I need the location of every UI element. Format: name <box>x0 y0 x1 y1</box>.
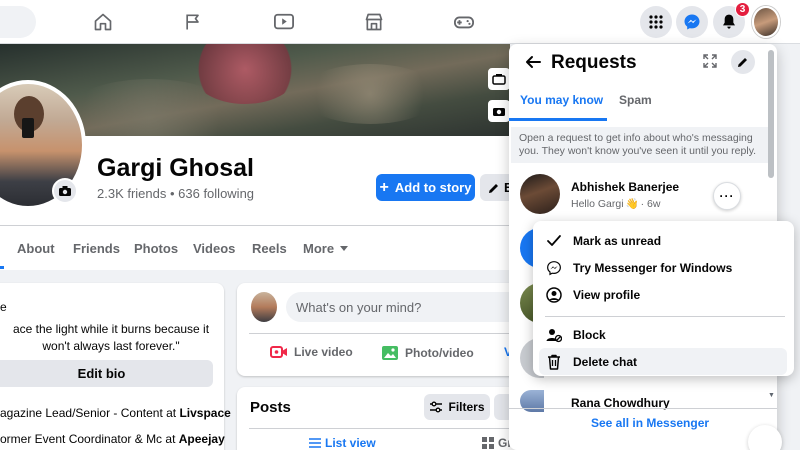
pencil-icon <box>489 183 498 193</box>
tab-you-may-know[interactable]: You may know <box>520 93 603 107</box>
menu-item-label: Delete chat <box>573 354 638 369</box>
add-to-story-button[interactable]: + Add to story <box>376 174 475 201</box>
live-video-button[interactable]: Live video <box>270 345 353 359</box>
tab-videos[interactable]: Videos <box>193 241 235 256</box>
messenger-icon[interactable] <box>676 6 708 38</box>
menu-item-view-profile[interactable]: View profile <box>539 281 787 308</box>
user-circle-icon <box>545 286 563 304</box>
posts-title: Posts <box>250 399 291 416</box>
menu-item-delete-chat[interactable]: Delete chat <box>539 348 787 375</box>
photo-video-label: Photo/video <box>405 346 474 360</box>
live-video-icon <box>270 346 287 358</box>
requests-info-banner: Open a request to get info about who's m… <box>511 127 768 163</box>
filters-label: Filters <box>448 400 485 414</box>
request-message-preview: Hello Gargi 👋 · 6w <box>571 197 661 211</box>
intro-work-line: agazine Lead/Senior - Content at Livspac… <box>0 406 231 420</box>
friends-count[interactable]: 2.3K friends • 636 following <box>97 186 254 201</box>
menu-item-mark-as-unread[interactable]: Mark as unread <box>539 227 787 254</box>
menu-item-block[interactable]: Block <box>539 321 787 348</box>
checkmark-icon <box>545 232 563 250</box>
trash-icon <box>545 353 563 371</box>
watch-icon[interactable] <box>272 10 296 34</box>
filters-icon <box>430 401 443 413</box>
intro-former-line: ormer Event Coordinator & Mc at Apeejay <box>0 432 225 446</box>
wave-emoji-icon: 👋 <box>625 198 639 210</box>
posts-divider <box>249 428 519 429</box>
request-avatar[interactable] <box>520 174 560 214</box>
intro-former-text: ormer Event Coordinator & Mc at <box>0 432 179 446</box>
composer-divider <box>249 333 519 334</box>
intro-bio-quote: ace the light while it burns because it … <box>12 322 210 353</box>
search-input[interactable] <box>0 6 36 38</box>
menu-item-try-messenger-for-windows[interactable]: Try Messenger for Windows <box>539 254 787 281</box>
scroll-down-arrow-icon[interactable]: ▼ <box>768 392 775 399</box>
request-sender-name[interactable]: Abhishek Banerjee <box>571 180 679 194</box>
requests-footer-divider <box>509 408 777 409</box>
marketplace-icon[interactable] <box>362 10 386 34</box>
menu-item-label: Mark as unread <box>573 233 662 248</box>
pages-flag-icon[interactable] <box>181 10 205 34</box>
tab-more-label: More <box>303 241 335 256</box>
photo-icon <box>382 346 398 360</box>
cover-camera-icon[interactable] <box>488 100 510 122</box>
intro-work-text: agazine Lead/Senior - Content at <box>0 406 180 420</box>
tabs-divider <box>0 225 510 226</box>
back-arrow-icon[interactable] <box>525 54 541 70</box>
list-view-tab[interactable]: List view <box>309 436 376 450</box>
profile-name: Gargi Ghosal <box>97 154 254 182</box>
requests-active-tab-indicator <box>509 118 607 121</box>
expand-icon[interactable] <box>703 54 719 70</box>
intro-work-company[interactable]: Livspace <box>179 406 230 420</box>
request-preview-text: Hello Gargi <box>571 197 624 210</box>
composer-avatar[interactable] <box>251 292 277 322</box>
home-icon[interactable] <box>91 10 115 34</box>
add-to-story-label: Add to story <box>394 180 472 195</box>
active-tab-indicator <box>0 266 4 269</box>
tab-about[interactable]: About <box>17 241 55 256</box>
account-avatar[interactable] <box>752 6 780 38</box>
requests-title: Requests <box>551 52 637 73</box>
messenger-outline-icon <box>545 259 563 277</box>
notifications-button[interactable]: 3 <box>713 2 750 38</box>
gaming-icon[interactable] <box>452 10 476 34</box>
tab-more[interactable]: More <box>303 241 349 256</box>
compose-icon[interactable] <box>731 50 755 74</box>
block-user-icon <box>545 326 563 344</box>
profile-camera-icon[interactable] <box>52 178 78 204</box>
tab-reels[interactable]: Reels <box>252 241 287 256</box>
photo-video-button[interactable]: Photo/video <box>381 345 474 361</box>
grid-icon <box>482 437 494 449</box>
whats-on-your-mind-input[interactable]: What's on your mind? <box>286 292 526 322</box>
more-options-button[interactable]: ··· <box>713 182 741 210</box>
menu-item-label: Block <box>573 327 606 342</box>
list-icon <box>309 438 321 448</box>
top-navbar: 3 <box>0 0 800 44</box>
list-view-label: List view <box>325 436 376 450</box>
tab-friends[interactable]: Friends <box>73 241 120 256</box>
see-all-in-messenger-link[interactable]: See all in Messenger <box>591 416 709 430</box>
menu-item-label: Try Messenger for Windows <box>573 260 733 275</box>
live-video-label: Live video <box>294 345 353 359</box>
intro-bio-fragment: e <box>0 300 7 314</box>
menu-separator <box>545 316 785 317</box>
edit-bio-button[interactable]: Edit bio <box>0 360 213 387</box>
cover-story-icon[interactable] <box>488 68 510 90</box>
bell-icon <box>723 14 735 29</box>
caret-down-icon <box>340 245 349 251</box>
intro-former-company[interactable]: Apeejay <box>179 432 225 446</box>
tab-spam[interactable]: Spam <box>619 93 652 107</box>
menu-grid-icon[interactable] <box>640 6 672 38</box>
plus-icon: + <box>379 178 389 196</box>
panel-scrollbar-thumb[interactable] <box>768 50 774 178</box>
request-timestamp: · 6w <box>640 197 661 210</box>
tab-photos[interactable]: Photos <box>134 241 178 256</box>
filters-button[interactable]: Filters <box>424 394 490 420</box>
notification-badge: 3 <box>735 2 750 17</box>
menu-item-label: View profile <box>573 287 641 302</box>
